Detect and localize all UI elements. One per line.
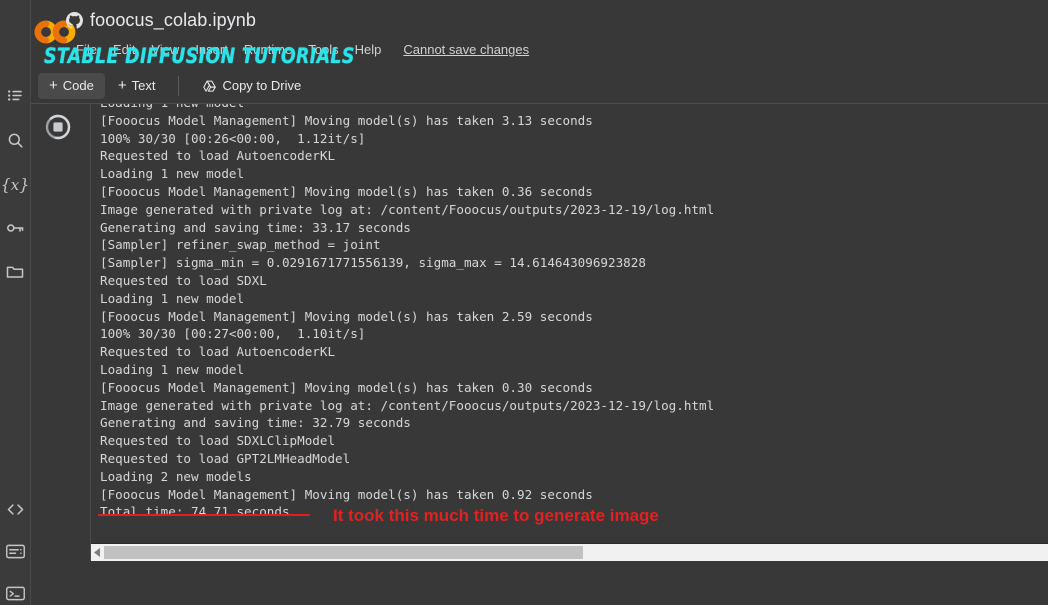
add-code-cell-button[interactable]: + Code [38,72,105,99]
output-line: Loading 1 new model [100,103,714,112]
output-line: Requested to load SDXLClipModel [100,433,336,449]
add-code-cell-label: Code [62,78,94,93]
save-status-label: Cannot save changes [403,42,530,57]
plus-icon: + [117,77,127,94]
table-of-contents-icon[interactable] [0,80,30,110]
horizontal-scrollbar-thumb[interactable] [104,546,583,559]
files-folder-icon[interactable] [0,257,30,287]
left-sidebar-rail: {x} [0,0,31,605]
output-line: [Fooocus Model Management] Moving model(… [100,183,593,199]
output-line: Requested to load AutoencoderKL [100,344,336,360]
output-line: [Sampler] refiner_swap_method = joint [100,237,381,253]
terminal-icon[interactable] [0,578,30,605]
output-line: 100% 30/30 [00:26<00:00, 1.12it/s] [100,130,366,146]
code-snippets-icon[interactable] [0,494,30,524]
output-line: [Fooocus Model Management] Moving model(… [100,486,593,502]
output-line: [Fooocus Model Management] Moving model(… [100,379,593,395]
variables-icon[interactable]: {x} [0,169,30,199]
output-line: Image generated with private log at: /co… [100,397,715,413]
notebook-toolbar: + Code + Text Copy to Drive [30,68,1048,104]
output-line: Generating and saving time: 33.17 second… [100,219,411,235]
output-line: Loading 1 new model [100,166,245,182]
add-text-cell-button[interactable]: + Text [107,73,167,99]
watermark-overlay: STABLE DIFFUSION TUTORIALS [44,44,355,68]
github-icon [66,12,83,29]
output-line: [Fooocus Model Management] Moving model(… [100,308,593,324]
output-line: Loading 2 new models [100,468,252,484]
annotation-underline [98,514,310,516]
horizontal-scrollbar[interactable] [91,543,1048,561]
output-line: 100% 30/30 [00:27<00:00, 1.10it/s] [100,326,366,342]
command-palette-icon[interactable] [0,536,30,566]
output-line: Requested to load AutoencoderKL [100,148,336,164]
output-line: Requested to load SDXL [100,272,267,288]
google-drive-icon [202,79,217,93]
copy-to-drive-button[interactable]: Copy to Drive [191,73,312,99]
search-icon[interactable] [0,125,30,155]
output-line: Requested to load GPT2LMHeadModel [100,450,351,466]
output-line: Generating and saving time: 32.79 second… [100,415,411,431]
output-line: Loading 1 new model [100,361,245,377]
cell-output-pane[interactable]: Loading 1 new model[Fooocus Model Manage… [90,103,1048,605]
output-line: Image generated with private log at: /co… [100,201,715,217]
cell-output-text: Loading 1 new model[Fooocus Model Manage… [100,103,714,521]
annotation-text: It took this much time to generate image [333,506,659,525]
copy-to-drive-label: Copy to Drive [222,78,302,93]
scroll-left-arrow-icon[interactable] [91,544,103,561]
cell-gutter [30,103,90,605]
stop-execution-button[interactable] [42,111,74,143]
output-line: [Sampler] sigma_min = 0.0291671771556139… [100,255,646,271]
add-text-cell-label: Text [131,78,156,93]
cell-bottom-strip [30,560,1048,605]
toolbar-divider [178,75,180,96]
plus-icon: + [49,77,58,94]
secrets-key-icon[interactable] [0,213,30,243]
document-title-row: fooocus_colab.ipynb [66,10,256,31]
output-line: Loading 1 new model [100,290,245,306]
output-line: [Fooocus Model Management] Moving model(… [100,112,593,128]
colab-notebook-window: {x} fooocus_colab.ipynb File Edit View I… [0,0,1048,605]
document-title[interactable]: fooocus_colab.ipynb [90,10,256,31]
notebook-code-cell: Loading 1 new model[Fooocus Model Manage… [30,103,1048,605]
